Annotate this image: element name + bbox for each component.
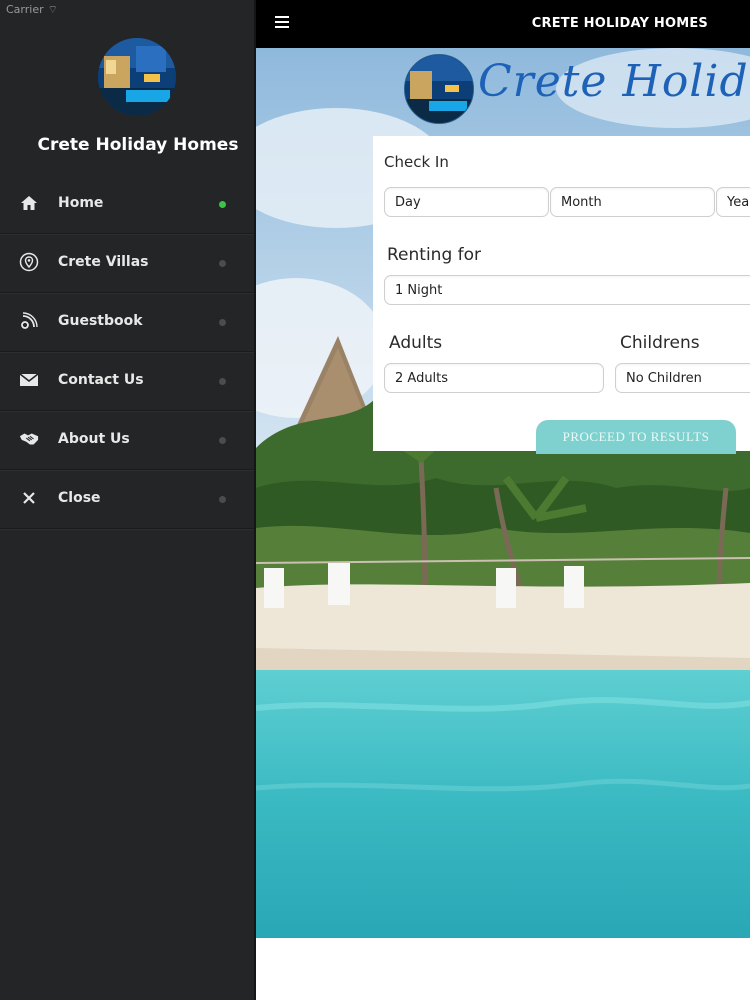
feed-icon: [19, 311, 39, 331]
sidebar-item-label: Guestbook: [58, 313, 143, 329]
children-label: Childrens: [620, 333, 700, 353]
hero-beach-image: Crete Holiday Homes Check In Day Month Y…: [256, 48, 750, 938]
sidebar-title: Crete Holiday Homes: [37, 135, 239, 155]
children-select[interactable]: No Children: [615, 363, 750, 393]
indicator-dot: [219, 319, 226, 326]
booking-form: Check In Day Month Year Renting for 1 Ni…: [373, 136, 750, 454]
sidebar-item-home[interactable]: Home: [0, 175, 254, 234]
active-indicator-dot: [219, 201, 226, 208]
year-select[interactable]: Year: [716, 187, 750, 217]
indicator-dot: [219, 260, 226, 267]
logo-text: Crete Holiday Homes: [478, 56, 750, 107]
renting-for-label: Renting for: [387, 245, 482, 265]
sidebar-item-close[interactable]: Close: [0, 470, 254, 529]
check-in-label: Check In: [384, 153, 449, 171]
handshake-icon: [19, 429, 39, 449]
day-select[interactable]: Day: [384, 187, 549, 217]
carrier-label: Carrier: [6, 3, 44, 16]
sidebar-item-label: Contact Us: [58, 372, 144, 388]
sidebar-item-contact-us[interactable]: Contact Us: [0, 352, 254, 411]
sidebar-item-crete-villas[interactable]: Crete Villas: [0, 234, 254, 293]
location-pin-icon: [19, 252, 39, 272]
sidebar-item-label: Close: [58, 490, 101, 506]
hamburger-menu-icon[interactable]: [275, 16, 289, 28]
top-bar: CRETE HOLIDAY HOMES: [256, 0, 750, 48]
indicator-dot: [219, 437, 226, 444]
sidebar: Carrier ⌔ Crete Holiday Homes Home Crete…: [0, 0, 256, 1000]
sidebar-item-label: Home: [58, 195, 104, 211]
status-bar: Carrier ⌔: [6, 3, 58, 17]
home-icon: [19, 193, 39, 213]
sidebar-menu: Home Crete Villas Guestbook Contact Us A…: [0, 175, 254, 529]
renting-for-select[interactable]: 1 Night: [384, 275, 750, 305]
sidebar-item-about-us[interactable]: About Us: [0, 411, 254, 470]
indicator-dot: [219, 378, 226, 385]
sidebar-item-label: About Us: [58, 431, 130, 447]
brand-avatar: [98, 38, 176, 116]
adults-label: Adults: [389, 333, 443, 353]
indicator-dot: [219, 496, 226, 503]
proceed-to-results-button[interactable]: PROCEED TO RESULTS: [536, 420, 736, 454]
main-content: CRETE HOLIDAY HOMES Crete Holid Check In…: [256, 0, 750, 1000]
envelope-icon: [19, 370, 39, 390]
wifi-icon: ⌔: [47, 3, 58, 16]
sidebar-item-label: Crete Villas: [58, 254, 149, 270]
page-title: CRETE HOLIDAY HOMES: [531, 16, 708, 31]
footer-area: [256, 938, 750, 1000]
sidebar-item-guestbook[interactable]: Guestbook: [0, 293, 254, 352]
logo-image: [404, 54, 474, 124]
month-select[interactable]: Month: [550, 187, 715, 217]
adults-select[interactable]: 2 Adults: [384, 363, 604, 393]
close-icon: [19, 488, 39, 508]
